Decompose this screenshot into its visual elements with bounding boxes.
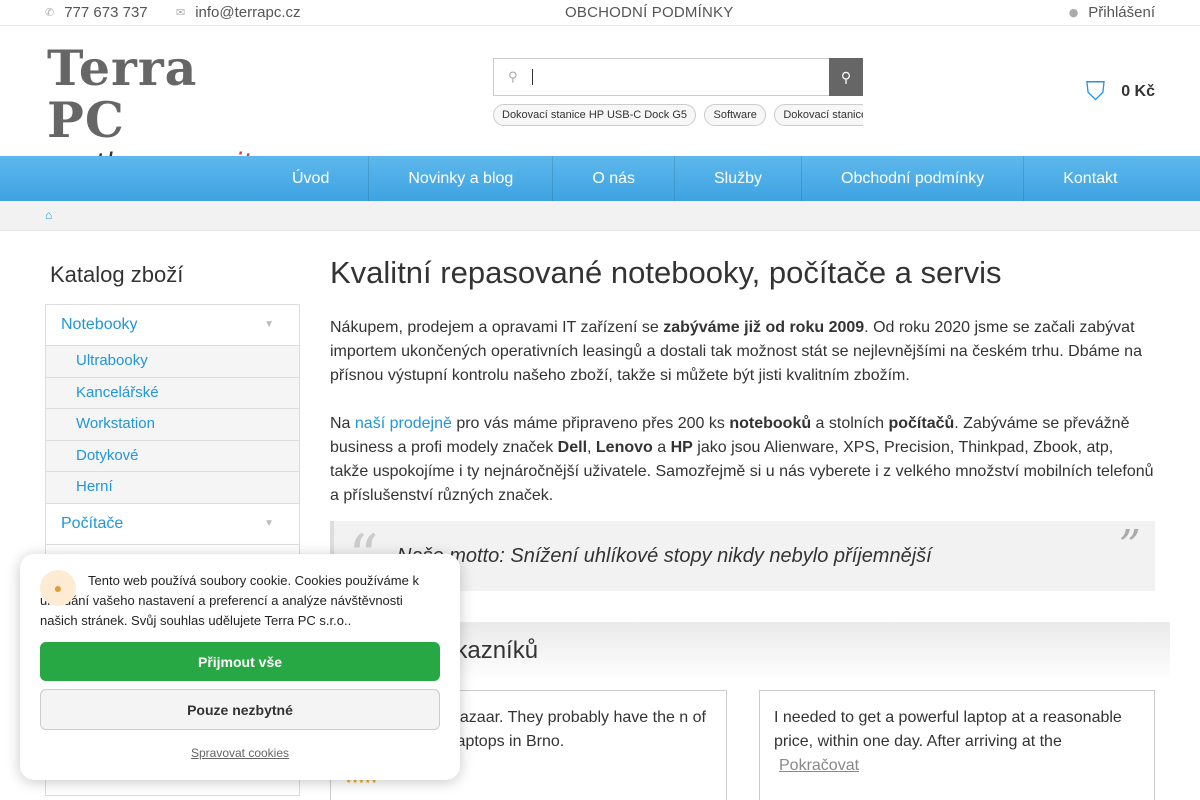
phone-icon: ✆ [45,6,55,19]
text-caret [531,69,533,85]
subcategory-workstation[interactable]: Workstation [46,409,299,441]
cookie-text: Tento web používá soubory cookie. Cookie… [40,573,419,628]
cart-button[interactable]: ⛉ 0 Kč [1086,76,1155,108]
category-notebooky[interactable]: Notebooky ▼ [46,305,299,346]
store-paragraph: Na naší prodejně pro vás máme připraveno… [330,412,1155,508]
accept-all-button[interactable]: Přijmout vše [40,642,440,681]
search-bar: ⚲ ⚲ [493,58,863,96]
catalog-title: Katalog zboží [50,262,184,287]
intro-paragraph: Nákupem, prodejem a opravami IT zařízení… [330,316,1155,388]
logo-title: Terra PC [47,39,198,149]
main-content: Kvalitní repasované notebooky, počítače … [330,254,1155,508]
category-label: Notebooky [61,316,138,333]
site-logo[interactable]: Terra PC ...the green it [47,42,262,179]
review-text: I needed to get a powerful laptop at a r… [774,709,1122,750]
store-link[interactable]: naší prodejně [355,415,452,432]
category-label: Počítače [61,514,124,532]
p2-bold-notebooks: notebooků [729,415,812,432]
motto-text: Naše motto: Snížení uhlíkové stopy nikdy… [397,545,932,567]
p1-highlight: zabýváme již od roku 2009 [663,319,865,336]
search-suggestions: Dokovací stanice HP USB-C Dock G5 Softwa… [493,104,863,128]
suggestion-chip[interactable]: Dokovací stanice [774,104,863,126]
search-input[interactable]: ⚲ [493,58,829,96]
brand-lenovo: Lenovo [595,439,653,456]
terms-link[interactable]: OBCHODNÍ PODMÍNKY [565,4,733,21]
login-label: Přihlášení [1088,4,1155,21]
nav-item-podminky[interactable]: Obchodní podmínky [802,156,1025,201]
brand-dell: Dell [557,439,588,456]
p2-comma: , [587,439,596,456]
page-title: Kvalitní repasované notebooky, počítače … [330,255,1002,290]
subcategory-dotykove[interactable]: Dotykové [46,440,299,472]
necessary-only-button[interactable]: Pouze nezbytné [40,689,440,730]
subcategory-kancelarske[interactable]: Kancelářské [46,377,299,409]
cart-total: 0 Kč [1121,83,1155,100]
chevron-down-icon[interactable]: ▼ [264,504,274,544]
envelope-icon: ✉ [176,6,186,19]
brand-hp: HP [670,439,693,456]
nav-item-kontakt[interactable]: Kontakt [1024,156,1156,201]
top-bar: ✆ 777 673 737 ✉ info@terrapc.cz OBCHODNÍ… [0,0,1200,26]
p2-text-b: pro vás máme připraveno přes 200 ks [451,415,730,432]
suggestion-chip[interactable]: Software [704,104,766,126]
search-icon: ⚲ [840,68,852,85]
search-button[interactable]: ⚲ [829,58,863,96]
phone-link[interactable]: ✆ 777 673 737 [45,4,148,21]
cookie-consent-dialog: Tento web používá soubory cookie. Cookie… [20,554,460,780]
email-address: info@terrapc.cz [195,4,301,21]
search-field-icon: ⚲ [508,69,518,84]
phone-number: 777 673 737 [64,4,148,21]
p2-text-c: a stolních [811,415,889,432]
subcategory-herni[interactable]: Herní [46,472,299,504]
category-pocitace[interactable]: Počítače ▼ [46,504,299,545]
read-more-link[interactable]: Pokračovat [779,757,859,774]
breadcrumb: ⌂ [0,201,1200,231]
cart-icon: ⛉ [1085,76,1106,106]
nav-item-novinky[interactable]: Novinky a blog [369,156,554,201]
nav-item-o-nas[interactable]: O nás [553,156,675,201]
review-card: I needed to get a powerful laptop at a r… [759,690,1155,800]
p2-bold-pcs: počítačů [888,415,955,432]
nav-item-sluzby[interactable]: Služby [675,156,803,201]
subcategory-ultrabooky[interactable]: Ultrabooky [46,346,299,378]
email-link[interactable]: ✉ info@terrapc.cz [176,4,300,21]
main-nav: Úvod Novinky a blog O nás Služby Obchodn… [0,156,1200,201]
login-link[interactable]: ● Přihlášení [1069,4,1155,21]
manage-cookies-link[interactable]: Spravovat cookies [20,746,460,760]
quote-close-icon: ” [1118,521,1142,572]
p1-text-a: Nákupem, prodejem a opravami IT zařízení… [330,319,664,336]
nav-item-uvod[interactable]: Úvod [253,156,370,201]
chevron-down-icon[interactable]: ▼ [264,305,274,345]
p2-and: a [652,439,671,456]
user-icon: ● [1068,6,1079,19]
p2-text-a: Na [330,415,355,432]
cookie-icon: ● [40,570,76,606]
suggestion-chip[interactable]: Dokovací stanice HP USB-C Dock G5 [493,104,697,126]
home-icon[interactable]: ⌂ [45,208,52,222]
